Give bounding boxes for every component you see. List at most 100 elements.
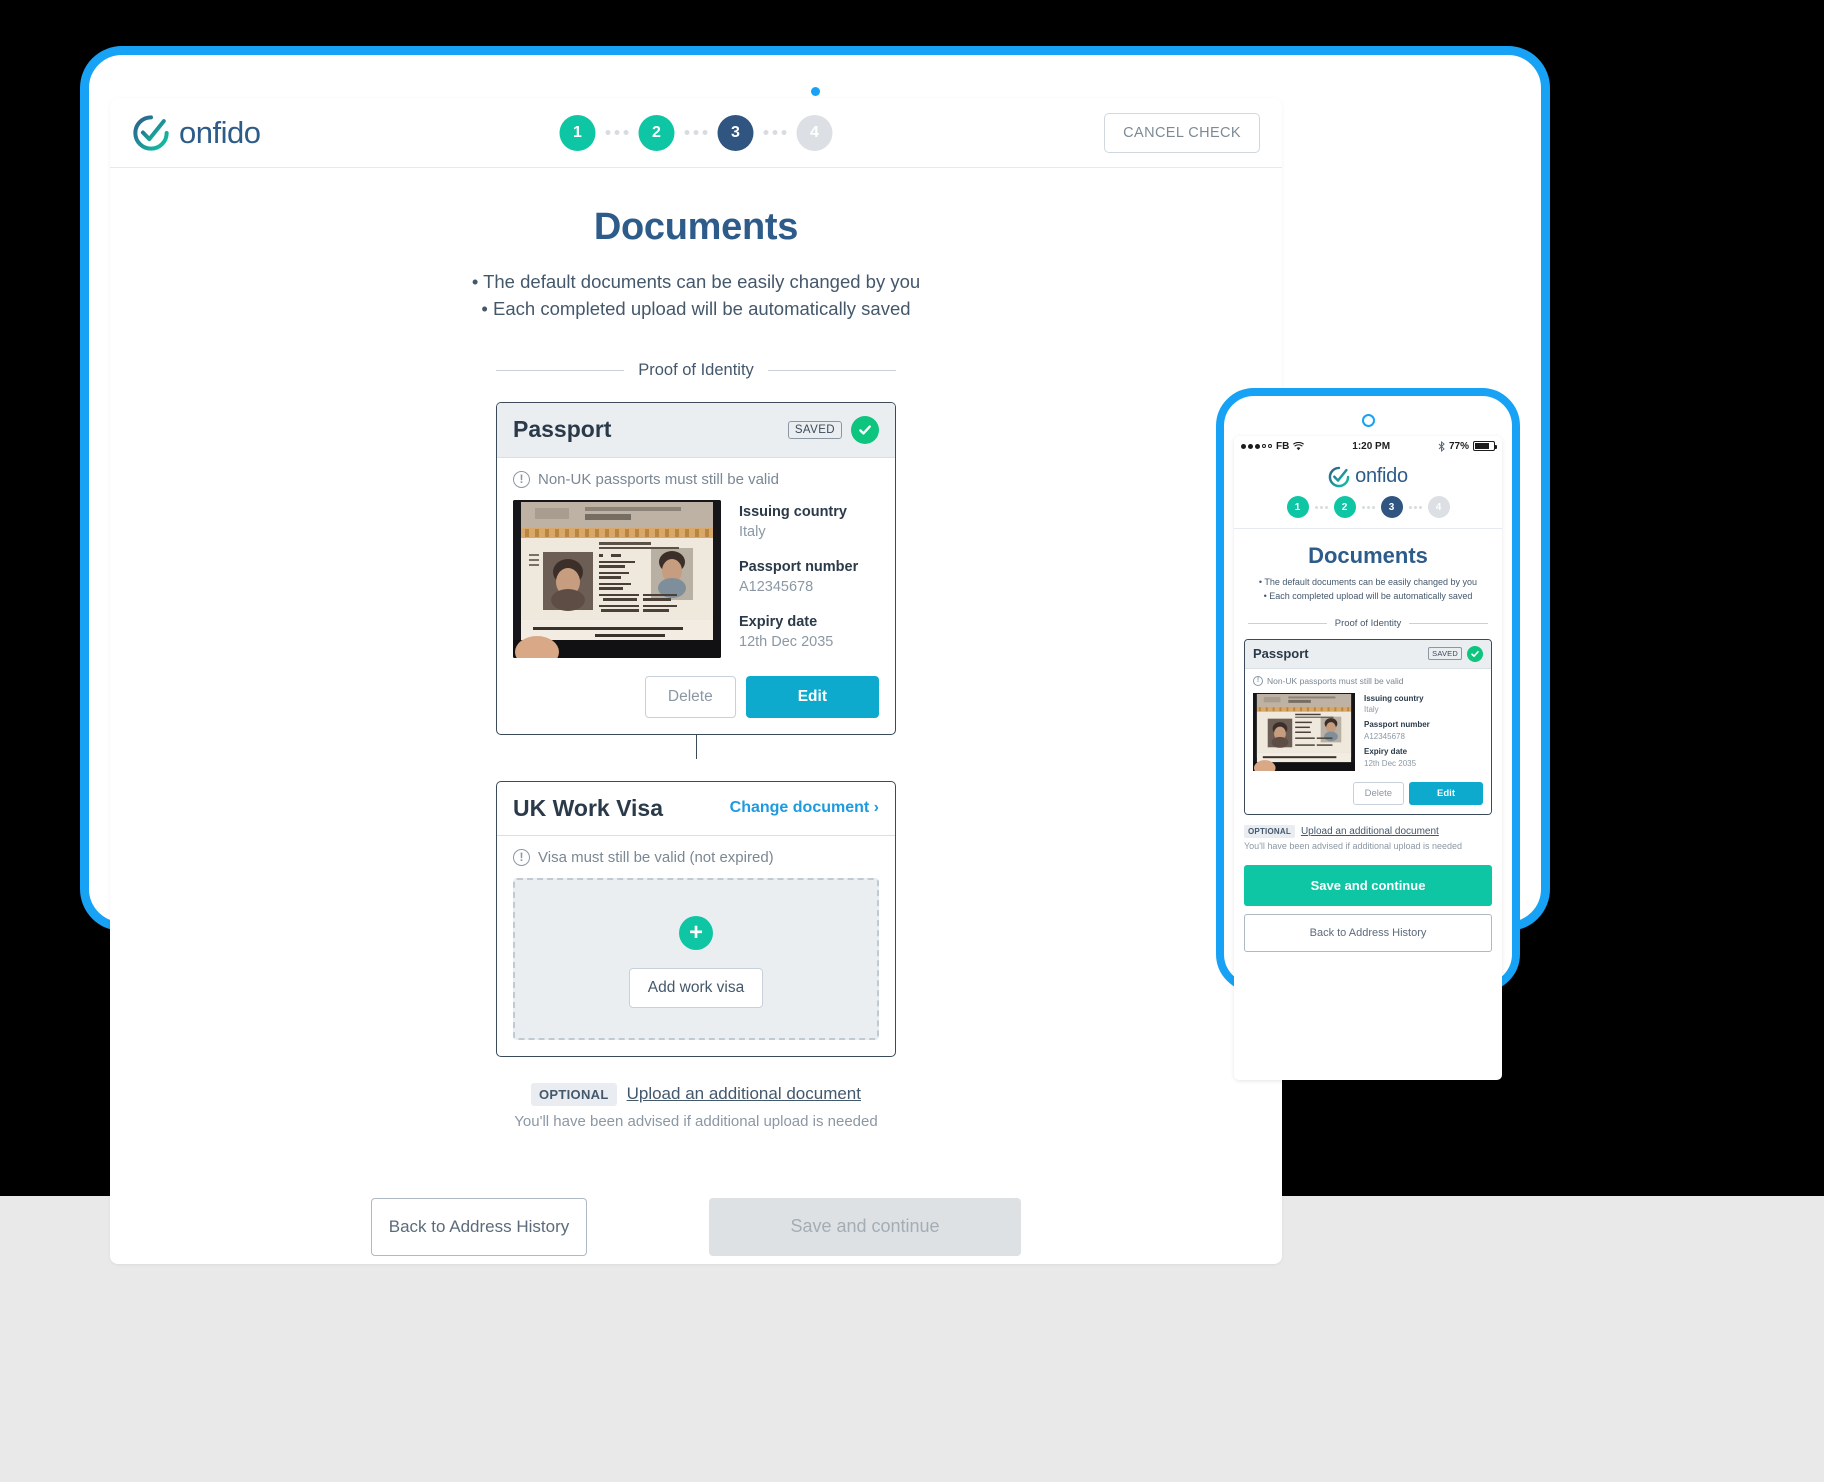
phone-field-value: Italy: [1364, 705, 1379, 715]
phone-bullet-1: • The default documents can be easily ch…: [1258, 577, 1478, 587]
step-2[interactable]: 2: [638, 114, 675, 151]
field-value: 12th Dec 2035: [739, 634, 834, 651]
divider-label-text: Proof of Identity: [1334, 617, 1402, 629]
optional-badge: OPTIONAL: [531, 1082, 617, 1106]
bullet-line-2: • Each completed upload will be automati…: [481, 297, 911, 319]
visa-card-header: UK Work Visa Change document ›: [497, 782, 895, 836]
field-label: Issuing country: [739, 503, 847, 520]
add-work-visa-button[interactable]: Add work visa: [628, 967, 764, 1008]
cancel-check-button[interactable]: CANCEL CHECK: [1104, 112, 1260, 153]
passport-card-title: Passport: [513, 416, 612, 443]
change-document-link[interactable]: Change document ›: [730, 799, 879, 817]
battery-icon: [1473, 441, 1497, 451]
wifi-icon: [1293, 441, 1305, 450]
back-to-address-history-button[interactable]: Back to Address History: [371, 1197, 587, 1256]
exclamation-icon: !: [513, 470, 530, 488]
visa-dropzone[interactable]: + Add work visa: [513, 877, 879, 1040]
phone-passport-card-title: Passport: [1253, 646, 1309, 662]
phone-field-value: A12345678: [1364, 732, 1405, 742]
visa-notice-text: Visa must still be valid (not expired): [538, 848, 774, 866]
phone-delete-button[interactable]: Delete: [1352, 781, 1405, 805]
phone-back-to-address-history-button[interactable]: Back to Address History: [1244, 913, 1492, 952]
passport-card-actions: Delete Edit: [513, 675, 879, 718]
field-value: A12345678: [739, 578, 814, 595]
field-label: Expiry date: [739, 613, 818, 630]
phone-camera-icon: [1362, 414, 1375, 427]
visa-card-body: ! Visa must still be valid (not expired)…: [497, 836, 895, 1056]
phone-field-value: 12th Dec 2035: [1364, 758, 1417, 768]
step-connector-2: [684, 130, 708, 135]
phone-step-3[interactable]: 3: [1380, 496, 1403, 518]
phone-saved-badge: SAVED: [1428, 647, 1462, 661]
passport-card-header: Passport SAVED: [497, 402, 895, 458]
phone-proof-of-identity-divider: Proof of Identity: [1248, 617, 1489, 629]
clock-label: 1:20 PM: [1352, 440, 1391, 452]
visa-notice: ! Visa must still be valid (not expired): [513, 848, 879, 866]
save-and-continue-button[interactable]: Save and continue: [709, 1197, 1021, 1256]
phone-field-label: Issuing country: [1364, 693, 1424, 703]
bluetooth-icon: [1438, 440, 1445, 452]
phone-step-4[interactable]: 4: [1427, 496, 1450, 518]
divider-line-right: [1409, 622, 1489, 624]
exclamation-icon: !: [1253, 675, 1263, 686]
saved-badge: SAVED: [787, 420, 842, 439]
phone-save-and-continue-button[interactable]: Save and continue: [1244, 864, 1492, 906]
phone-step-indicator: 1 2 3 4: [1234, 496, 1502, 529]
footer-actions: Back to Address History Save and continu…: [110, 1197, 1282, 1264]
phone-onfido-logo[interactable]: onfido: [1234, 456, 1502, 496]
carrier-label: FB: [1276, 440, 1290, 452]
phone-passport-photo-image: [1253, 692, 1355, 771]
exclamation-icon: !: [513, 848, 530, 866]
field-expiry-date: Expiry date 12th Dec 2035: [739, 612, 879, 654]
delete-button[interactable]: Delete: [644, 675, 736, 718]
phone-step-connector-3: [1408, 505, 1422, 509]
divider-line-left: [496, 369, 625, 371]
phone-step-1[interactable]: 1: [1286, 496, 1309, 518]
phone-passport-card: Passport SAVED ! Non-UK passports must s…: [1244, 638, 1492, 815]
step-connector-1: [605, 130, 629, 135]
optional-upload-row: OPTIONAL Upload an additional document: [110, 1082, 1282, 1106]
phone-passport-notice: ! Non-UK passports must still be valid: [1253, 675, 1483, 686]
phone-passport-fields: Issuing country Italy Passport number A1…: [1364, 693, 1483, 773]
phone-upload-additional-document-link[interactable]: Upload an additional document: [1301, 826, 1439, 837]
battery-percent-label: 77%: [1448, 440, 1469, 452]
edit-button[interactable]: Edit: [745, 675, 879, 718]
phone-passport-photo: [1253, 692, 1355, 771]
phone-passport-status-group: SAVED: [1428, 645, 1483, 662]
onfido-logo[interactable]: onfido: [132, 114, 261, 152]
divider-label-text: Proof of Identity: [638, 360, 754, 379]
screenshot-root: onfido 1 2 3 4 CANCEL CHECK Documents • …: [0, 0, 1824, 1482]
upload-additional-document-link[interactable]: Upload an additional document: [627, 1084, 861, 1104]
onfido-check-circle-icon: [1328, 466, 1350, 487]
phone-step-2[interactable]: 2: [1333, 496, 1356, 518]
onfido-wordmark: onfido: [179, 114, 261, 150]
phone-page-title: Documents: [1308, 543, 1428, 568]
passport-card: Passport SAVED ! Non-UK passports must s…: [496, 401, 896, 735]
field-label: Passport number: [739, 558, 859, 575]
optional-subtext: You'll have been advised if additional u…: [514, 1112, 878, 1130]
page-bullets: • The default documents can be easily ch…: [110, 269, 1282, 323]
ios-status-bar: FB 1:20 PM 77%: [1234, 436, 1502, 456]
passport-card-body: ! Non-UK passports must still be valid I…: [497, 458, 895, 734]
phone-optional-upload-row: OPTIONAL Upload an additional document: [1234, 815, 1502, 838]
step-connector-3: [763, 130, 787, 135]
passport-notice: ! Non-UK passports must still be valid: [513, 470, 879, 488]
step-1[interactable]: 1: [559, 114, 596, 151]
passport-status-group: SAVED: [787, 415, 879, 444]
passport-photo: [513, 499, 721, 658]
phone-field-label: Passport number: [1364, 720, 1430, 730]
page-title: Documents: [593, 206, 799, 248]
visa-card-title: UK Work Visa: [513, 794, 663, 821]
passport-notice-text: Non-UK passports must still be valid: [538, 470, 779, 488]
bullet-line-1: • The default documents can be easily ch…: [471, 271, 921, 292]
visa-card: UK Work Visa Change document › ! Visa mu…: [496, 780, 896, 1057]
passport-photo-image: [513, 499, 721, 658]
step-3[interactable]: 3: [717, 114, 754, 151]
phone-screen: FB 1:20 PM 77% onfido 1 2 3 4 Documents …: [1234, 436, 1502, 1080]
onfido-wordmark: onfido: [1355, 465, 1408, 487]
phone-step-connector-2: [1361, 505, 1375, 509]
status-right: 77%: [1438, 440, 1497, 452]
passport-fields: Issuing country Italy Passport number A1…: [739, 500, 879, 658]
phone-edit-button[interactable]: Edit: [1409, 781, 1483, 805]
step-4[interactable]: 4: [796, 114, 833, 151]
